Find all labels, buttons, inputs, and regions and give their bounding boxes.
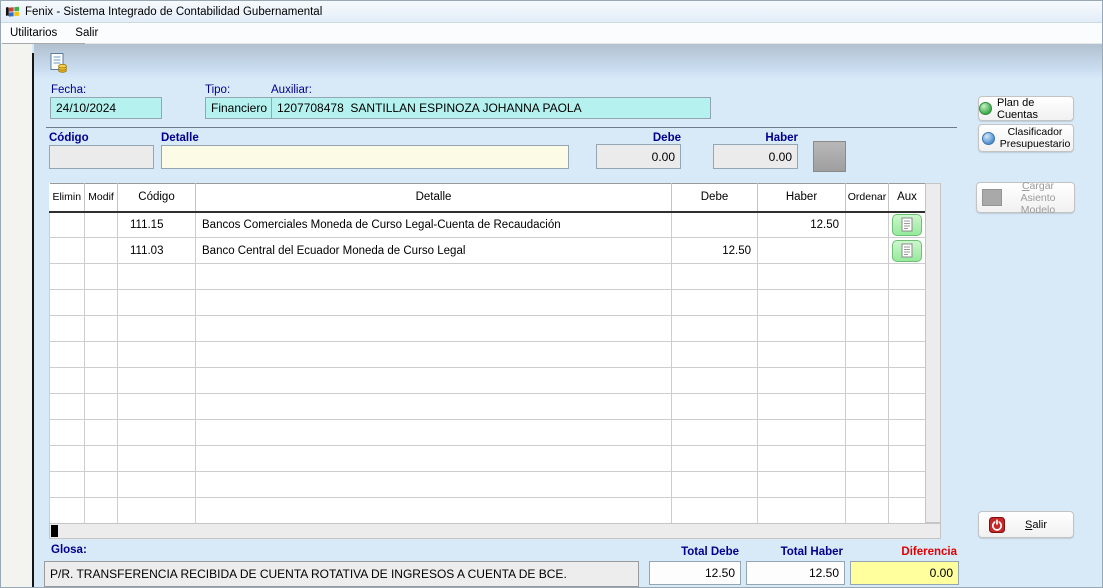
haber-label: Haber	[713, 132, 798, 144]
total-debe-label: Total Debe	[649, 546, 739, 558]
green-sphere-icon	[979, 102, 992, 115]
entries-table: Elimin Modif Código Detalle Debe Haber O…	[49, 183, 926, 524]
table-row-empty	[50, 316, 926, 342]
vertical-scrollbar[interactable]	[925, 183, 941, 523]
salir-button[interactable]: Salir	[978, 511, 1074, 538]
menu-salir[interactable]: Salir	[66, 24, 107, 42]
table-row-empty	[50, 368, 926, 394]
window-flag-icon	[5, 5, 20, 19]
clasificador-label: Clasificador Presupuestario	[1000, 126, 1071, 150]
clasificador-presupuestario-button[interactable]: Clasificador Presupuestario	[978, 124, 1074, 152]
diferencia-input[interactable]	[850, 561, 959, 585]
cargar-asiento-modelo-button[interactable]: Cargar Asiento Modelo	[976, 182, 1075, 213]
title-bar: Fenix - Sistema Integrado de Contabilida…	[1, 1, 1102, 23]
table-row[interactable]: 111.15 Bancos Comerciales Moneda de Curs…	[50, 212, 926, 238]
col-header-elimin: Elimin	[50, 184, 85, 212]
col-header-codigo: Código	[118, 184, 196, 212]
table-row-empty	[50, 472, 926, 498]
table-row-empty	[50, 264, 926, 290]
tipo-label: Tipo:	[205, 84, 230, 96]
total-debe-input[interactable]	[649, 561, 741, 585]
aux-button[interactable]	[892, 240, 922, 262]
col-header-detalle: Detalle	[196, 184, 672, 212]
document-icon	[901, 217, 913, 232]
gray-square-icon	[982, 189, 1002, 206]
haber-input[interactable]	[713, 144, 798, 169]
col-header-haber: Haber	[758, 184, 846, 212]
new-voucher-button[interactable]	[45, 50, 71, 76]
table-row-empty	[50, 342, 926, 368]
auxiliar-label: Auxiliar:	[271, 84, 312, 96]
separator-line	[46, 127, 957, 128]
document-coins-icon	[47, 52, 69, 74]
blue-sphere-icon	[982, 132, 995, 145]
salir-label: Salir	[1025, 519, 1047, 531]
horizontal-scrollbar[interactable]	[49, 523, 941, 539]
plan-de-cuentas-button[interactable]: Plan de Cuentas	[978, 96, 1074, 121]
left-collapsed-panel	[1, 44, 32, 588]
app-window: Fenix - Sistema Integrado de Contabilida…	[0, 0, 1103, 588]
table-row-empty	[50, 290, 926, 316]
window-title: Fenix - Sistema Integrado de Contabilida…	[25, 6, 322, 18]
debe-input[interactable]	[596, 144, 681, 169]
fecha-input[interactable]	[50, 97, 162, 119]
scrollbar-thumb[interactable]	[51, 525, 58, 537]
plan-de-cuentas-label: Plan de Cuentas	[997, 97, 1073, 121]
glosa-label: Glosa:	[51, 544, 87, 556]
col-header-debe: Debe	[672, 184, 758, 212]
table-row-empty	[50, 498, 926, 524]
power-icon	[989, 517, 1005, 533]
debe-label: Debe	[596, 132, 681, 144]
add-entry-button[interactable]	[813, 141, 846, 172]
codigo-input[interactable]	[49, 145, 154, 169]
menu-utilitarios[interactable]: Utilitarios	[1, 24, 66, 42]
cargar-asiento-label: Cargar Asiento Modelo	[1007, 180, 1069, 216]
col-header-aux: Aux	[889, 184, 926, 212]
total-haber-input[interactable]	[746, 561, 845, 585]
table-row[interactable]: 111.03 Banco Central del Ecuador Moneda …	[50, 238, 926, 264]
table-row-empty	[50, 446, 926, 472]
table-header-row: Elimin Modif Código Detalle Debe Haber O…	[50, 184, 926, 212]
fecha-label: Fecha:	[51, 84, 86, 96]
col-header-ordenar: Ordenar	[846, 184, 889, 212]
table-row-empty	[50, 394, 926, 420]
auxiliar-input[interactable]	[271, 97, 711, 119]
total-haber-label: Total Haber	[746, 546, 843, 558]
glosa-input[interactable]	[44, 561, 639, 587]
codigo-label: Código	[49, 132, 89, 144]
col-header-modif: Modif	[85, 184, 118, 212]
panel-divider	[32, 53, 34, 588]
document-icon	[901, 243, 913, 258]
menu-bar: Utilitarios Salir	[1, 23, 1102, 44]
detalle-input[interactable]	[161, 145, 569, 169]
detalle-label: Detalle	[161, 132, 199, 144]
aux-button[interactable]	[892, 214, 922, 236]
toolbar-band	[34, 44, 1103, 78]
table-row-empty	[50, 420, 926, 446]
diferencia-label: Diferencia	[850, 546, 957, 558]
